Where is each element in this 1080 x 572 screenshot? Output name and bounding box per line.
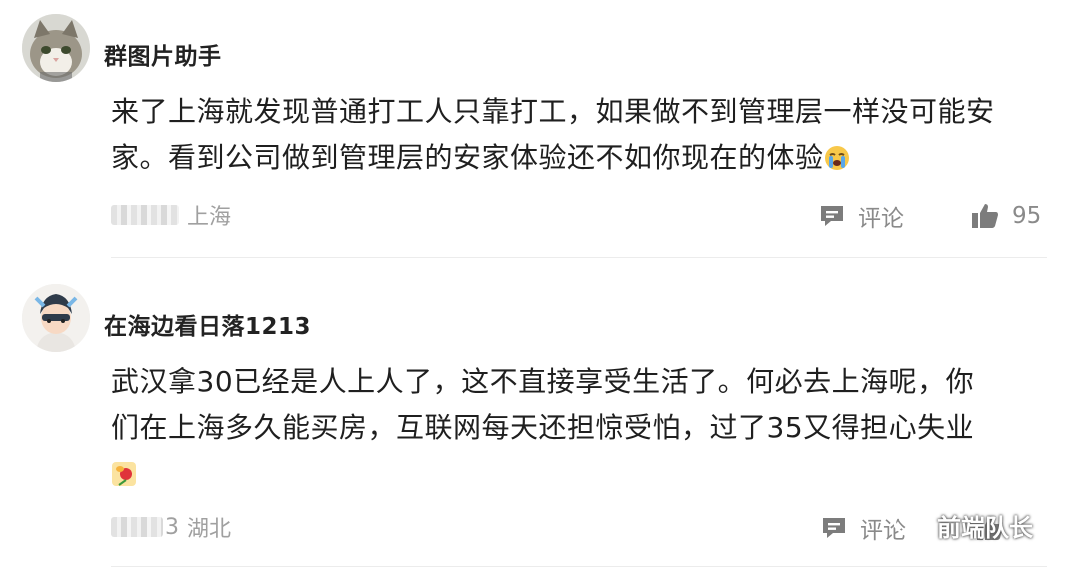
comment-text-line: 来了上海就发现普通打工人只靠打工，如果做不到管理层一样没可能安 [111,95,995,128]
rose-emoji-icon [111,455,137,501]
comment-bubble-icon [823,518,845,538]
wechat-icon [893,511,929,539]
blurred-date [111,517,163,537]
comment-bubble-icon [821,206,843,226]
comment-meta: 3 湖北 [111,510,231,544]
blurred-date [111,205,179,225]
like-count: 95 [1012,203,1042,229]
cat-avatar-image [22,14,90,82]
divider [111,566,1047,567]
location: 湖北 [187,517,232,542]
reply-label: 评论 [858,206,904,232]
crying-face-emoji-icon [824,139,850,185]
thumbs-up-icon [972,204,998,228]
avatar[interactable] [22,284,90,352]
comment-meta: 上海 [111,198,231,232]
comment-text-line: 们在上海多久能买房，互联网每天还担惊受怕，过了35又得担心失业 [111,411,975,444]
divider [111,257,1047,258]
location: 上海 [187,205,232,230]
avatar[interactable] [22,14,90,82]
comment-text-line: 家。看到公司做到管理层的安家体验还不如你现在的体验 [111,141,824,174]
comment-text: 武汉拿30已经是人上人了，这不直接享受生活了。何必去上海呢，你 们在上海多久能买… [111,359,1061,501]
comment-text-line: 武汉拿30已经是人上人了，这不直接享受生活了。何必去上海呢，你 [111,365,975,398]
comment-text: 来了上海就发现普通打工人只靠打工，如果做不到管理层一样没可能安 家。看到公司做到… [111,89,1061,185]
reply-button[interactable]: 评论 [818,198,904,234]
location-prefix: 3 [165,514,179,540]
username[interactable]: 在海边看日落1213 [104,307,311,341]
like-button[interactable]: 95 [970,198,1041,234]
watermark: 前端队长 [893,508,1033,543]
watermark-text: 前端队长 [937,514,1033,542]
username[interactable]: 群图片助手 [104,37,222,71]
cartoon-avatar-image [22,284,90,352]
